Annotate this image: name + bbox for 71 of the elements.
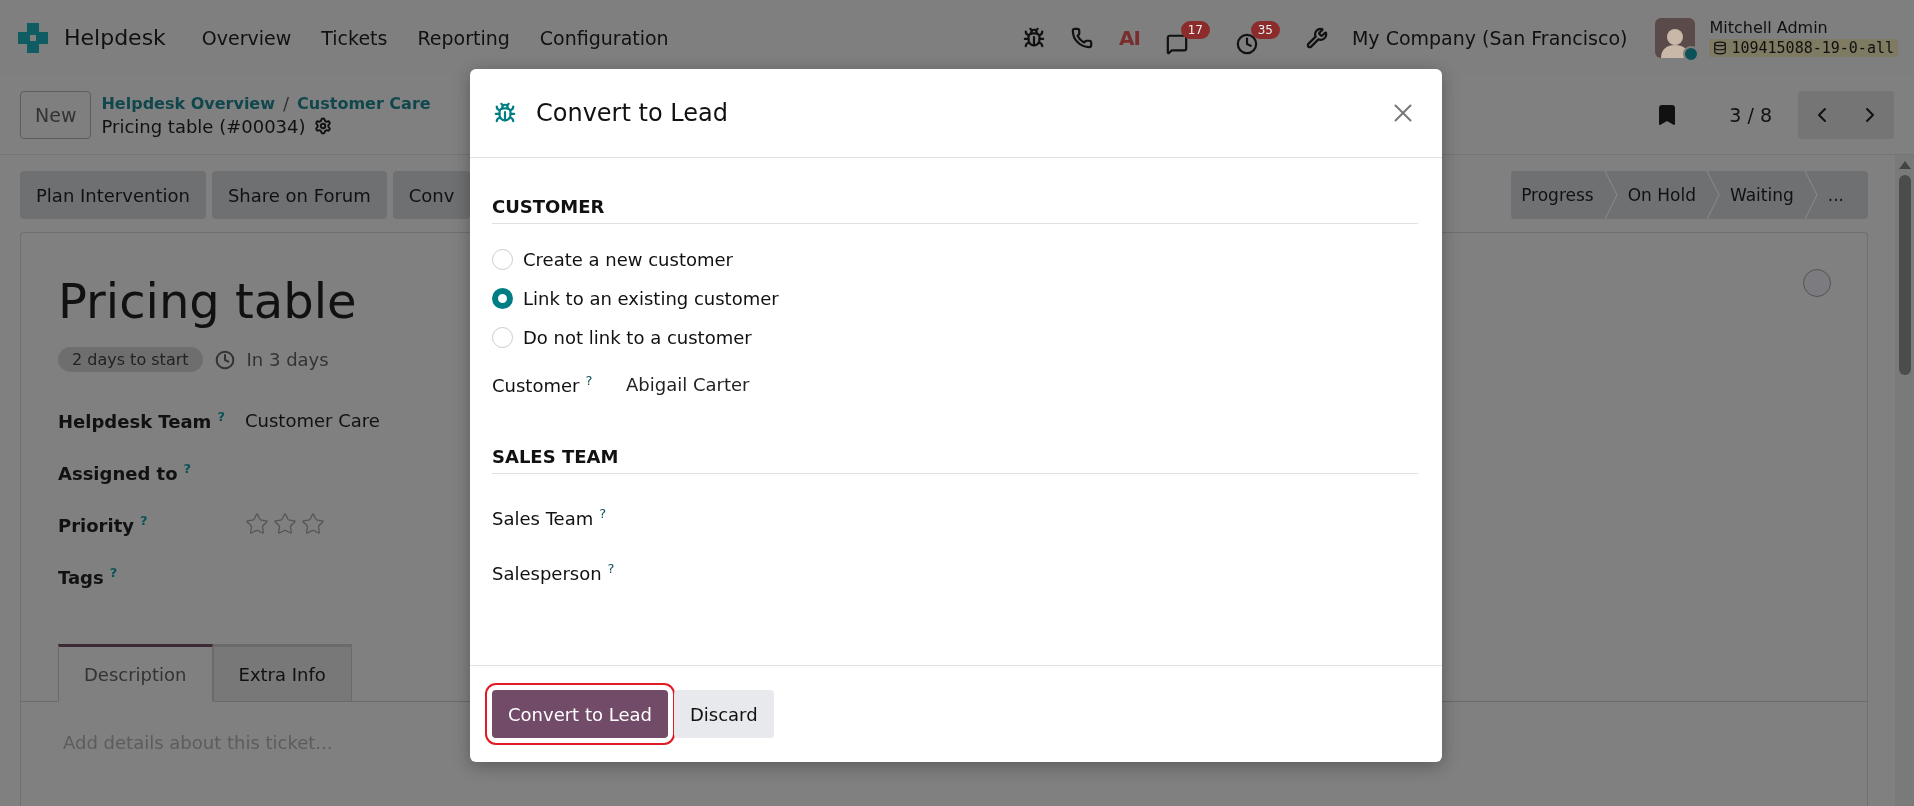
menu-item[interactable]: Reporting: [409, 26, 518, 49]
new-button[interactable]: New: [20, 90, 92, 139]
count-badge: 17: [1180, 20, 1210, 39]
section-heading: SALES TEAM: [492, 446, 1418, 474]
star-icon[interactable]: [273, 512, 297, 536]
debug-button[interactable]: [1023, 26, 1046, 49]
count-badge: 35: [1250, 20, 1280, 39]
stage-button[interactable]: On Hold: [1617, 171, 1706, 219]
status-circle[interactable]: [1803, 269, 1831, 297]
phone-icon: [1071, 26, 1094, 49]
field-value[interactable]: Abigail Carter: [626, 374, 750, 395]
field-label: Priority $^{?}$: [58, 512, 149, 536]
menu-item[interactable]: Configuration: [531, 26, 677, 49]
chat-icon: [1165, 32, 1188, 55]
radio-button[interactable]: [492, 288, 513, 309]
form-tab[interactable]: Description: [58, 644, 213, 702]
user-name[interactable]: Mitchell Admin: [1709, 18, 1898, 37]
radio-option[interactable]: Create a new customer: [492, 240, 733, 279]
dialog-title: Convert to Lead: [536, 99, 729, 127]
stage-button[interactable]: ...: [1817, 171, 1854, 219]
sla-badge: 2 days to start: [58, 347, 203, 372]
radio-option[interactable]: Do not link to a customer: [492, 318, 752, 357]
radio-option[interactable]: Link to an existing customer: [492, 279, 779, 318]
discard-button[interactable]: Discard: [673, 690, 774, 738]
scrollbar[interactable]: [1895, 155, 1914, 806]
help-mark[interactable]: ?: [585, 373, 593, 388]
company-switcher[interactable]: My Company (San Francisco): [1351, 26, 1628, 49]
clock-icon: [214, 349, 235, 370]
user-avatar[interactable]: [1655, 17, 1696, 58]
bug-icon: [1023, 26, 1046, 49]
pager-value[interactable]: 3 / 8: [1729, 103, 1772, 126]
section-heading: CUSTOMER: [492, 196, 1418, 224]
field-label: Sales Team $^{?}$: [492, 506, 608, 529]
messages-button[interactable]: 17: [1165, 20, 1210, 55]
database-icon: [1713, 41, 1728, 55]
field-label: Assigned to $^{?}$: [58, 460, 193, 484]
scroll-thumb[interactable]: [1898, 175, 1911, 375]
action-button[interactable]: Conv: [392, 171, 471, 219]
clock-icon: [1235, 32, 1258, 55]
phone-button[interactable]: [1071, 26, 1094, 49]
help-mark[interactable]: ?: [599, 506, 607, 521]
stage-button[interactable]: Waiting: [1719, 171, 1804, 219]
wrench-icon: [1305, 26, 1328, 49]
tools-button[interactable]: [1305, 26, 1328, 49]
breadcrumb-link[interactable]: Helpdesk Overview: [101, 93, 275, 113]
settings-icon[interactable]: [313, 117, 332, 135]
breadcrumb-link[interactable]: Customer Care: [297, 93, 431, 113]
record-name: Pricing table (#00034): [101, 115, 306, 137]
breadcrumb-separator: /: [283, 92, 290, 114]
field-label: Customer $^{?}$: [492, 373, 594, 396]
menu-item[interactable]: Overview: [193, 26, 300, 49]
field-label: Helpdesk Team $^{?}$: [58, 408, 226, 432]
activities-button[interactable]: 35: [1235, 20, 1280, 55]
form-tab[interactable]: Extra Info: [212, 644, 352, 702]
deadline-text: In 3 days: [246, 349, 329, 370]
star-icon[interactable]: [245, 512, 269, 536]
app-name[interactable]: Helpdesk: [64, 25, 166, 50]
app-logo[interactable]: [16, 20, 50, 55]
field-label: Tags $^{?}$: [58, 564, 119, 588]
scroll-up-icon[interactable]: [1898, 161, 1911, 169]
action-button[interactable]: Plan Intervention: [20, 171, 206, 219]
menu-item[interactable]: Tickets: [313, 26, 396, 49]
database-name: 109415088-19-0-all: [1709, 39, 1898, 57]
field-label: Salesperson $^{?}$: [492, 561, 616, 584]
star-icon[interactable]: [301, 512, 325, 536]
priority-stars[interactable]: [245, 512, 325, 536]
stage-button[interactable]: Progress: [1511, 171, 1604, 219]
field-value[interactable]: Customer Care: [245, 409, 380, 431]
action-button[interactable]: Share on Forum: [211, 171, 387, 219]
bug-icon: [494, 102, 516, 124]
help-mark[interactable]: ?: [607, 561, 615, 576]
